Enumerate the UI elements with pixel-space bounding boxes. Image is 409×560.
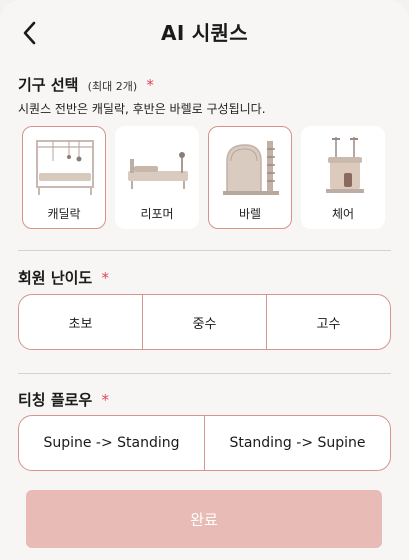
page-title: AI 시퀀스	[161, 21, 248, 45]
equipment-section-title: 기구 선택 (최대 2개) *	[18, 74, 154, 95]
equipment-card-reformer[interactable]: 리포머	[115, 126, 199, 229]
equipment-card-chair[interactable]: 체어	[301, 126, 385, 229]
flow-option-supine-to-standing[interactable]: Supine -> Standing	[19, 416, 205, 470]
barrel-icon	[223, 141, 279, 195]
equipment-label: 캐딜락	[47, 207, 81, 221]
flow-segmented-control: Supine -> Standing Standing -> Supine	[18, 415, 391, 471]
reformer-icon	[128, 152, 188, 189]
ai-sequence-screen: AI 시퀀스 기구 선택 (최대 2개) * 시퀀스 전반은 캐딜락, 후반은 …	[0, 0, 409, 560]
level-section-title: 회원 난이도 *	[18, 267, 109, 288]
equipment-limit-note: (최대 2개)	[87, 80, 138, 93]
level-option-intermediate[interactable]: 중수	[143, 295, 267, 349]
equipment-card-cadillac[interactable]: 캐딜락	[22, 126, 106, 229]
flow-option-standing-to-supine[interactable]: Standing -> Supine	[205, 416, 390, 470]
level-segmented-control: 초보 중수 고수	[18, 294, 391, 350]
equipment-description: 시퀀스 전반은 캐딜락, 후반은 바렐로 구성됩니다.	[18, 102, 266, 116]
done-button[interactable]: 완료	[26, 490, 382, 548]
cadillac-icon	[36, 140, 94, 195]
equipment-label: 리포머	[140, 207, 174, 221]
equipment-label: 체어	[331, 207, 355, 221]
level-title: 회원 난이도	[18, 269, 93, 287]
header: AI 시퀀스	[0, 0, 409, 62]
equipment-title: 기구 선택	[18, 76, 79, 94]
required-mark: *	[101, 391, 109, 409]
required-mark: *	[146, 76, 154, 94]
required-mark: *	[101, 269, 109, 287]
flow-section-title: 티칭 플로우 *	[18, 389, 109, 410]
level-option-beginner[interactable]: 초보	[19, 295, 143, 349]
equipment-card-barrel[interactable]: 바렐	[208, 126, 292, 229]
equipment-list: 캐딜락 리포머 바렐 체어	[22, 126, 392, 231]
equipment-label: 바렐	[238, 207, 262, 221]
level-option-advanced[interactable]: 고수	[267, 295, 390, 349]
flow-title: 티칭 플로우	[18, 391, 93, 409]
chair-icon	[326, 137, 364, 193]
divider	[18, 250, 391, 251]
divider	[18, 373, 391, 374]
